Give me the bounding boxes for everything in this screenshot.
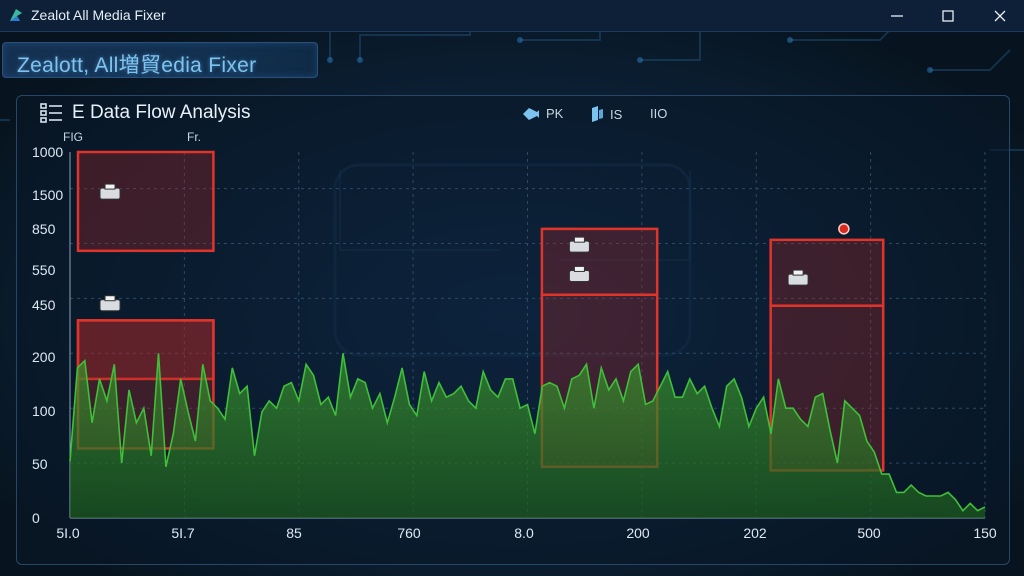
marker-top <box>573 265 585 272</box>
marker-body <box>99 299 121 312</box>
highlight-region <box>76 150 215 253</box>
data-flow-chart <box>69 150 986 519</box>
alert-marker <box>838 223 850 235</box>
printer-icon <box>99 295 121 312</box>
marker-body <box>787 273 809 286</box>
marker-body <box>568 240 590 253</box>
marker-top <box>573 236 585 243</box>
marker-body <box>568 269 590 282</box>
highlight-region <box>769 238 885 307</box>
highlight-region <box>540 227 659 296</box>
marker-body <box>99 187 121 200</box>
marker-top <box>104 183 116 190</box>
marker-top <box>104 295 116 302</box>
marker-top <box>792 269 804 276</box>
